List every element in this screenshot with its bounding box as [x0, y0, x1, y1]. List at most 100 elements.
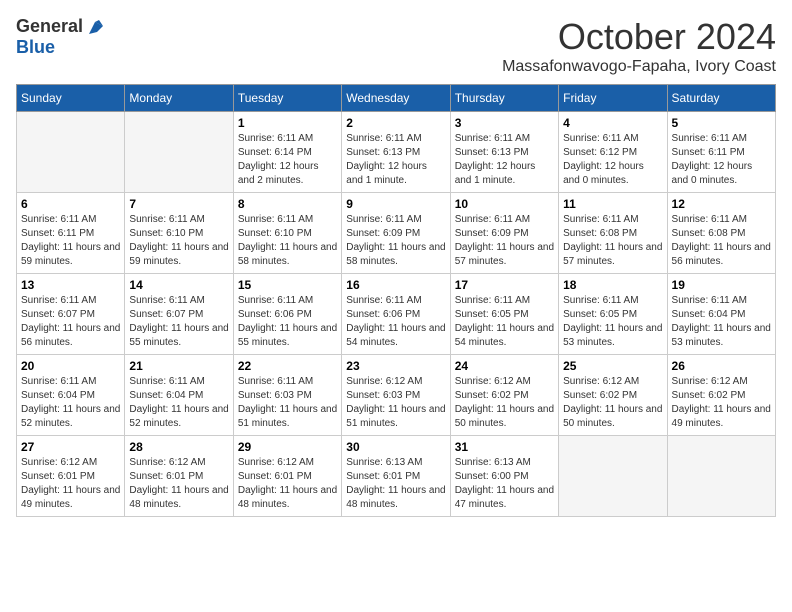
calendar-cell: 29Sunrise: 6:12 AM Sunset: 6:01 PM Dayli…: [233, 436, 341, 517]
day-info: Sunrise: 6:11 AM Sunset: 6:04 PM Dayligh…: [129, 375, 228, 431]
day-number: 4: [563, 116, 662, 130]
day-number: 19: [672, 278, 771, 292]
day-number: 31: [455, 440, 554, 454]
day-number: 17: [455, 278, 554, 292]
day-number: 12: [672, 197, 771, 211]
day-number: 24: [455, 359, 554, 373]
day-info: Sunrise: 6:11 AM Sunset: 6:09 PM Dayligh…: [455, 213, 554, 269]
day-number: 23: [346, 359, 445, 373]
weekday-header: Tuesday: [233, 85, 341, 112]
calendar-cell: 28 Sunrise: 6:12 AM Sunset: 6:01 PM Dayli…: [125, 436, 233, 517]
day-info: Sunrise: 6:11 AM Sunset: 6:14 PM Dayligh…: [238, 132, 337, 188]
calendar-cell: 13 Sunrise: 6:11 AM Sunset: 6:07 PM Dayli…: [17, 274, 125, 355]
calendar-cell: 31 Sunrise: 6:13 AM Sunset: 6:00 PM Dayli…: [450, 436, 558, 517]
logo-blue-text: Blue: [16, 37, 55, 58]
day-info: Sunrise: 6:11 AM Sunset: 6:13 PM Dayligh…: [455, 132, 554, 188]
calendar-cell: 4 Sunrise: 6:11 AM Sunset: 6:12 PM Daylig…: [559, 112, 667, 193]
calendar-cell: 23 Sunrise: 6:12 AM Sunset: 6:03 PM Dayli…: [342, 355, 450, 436]
calendar-cell: 24Sunrise: 6:12 AM Sunset: 6:02 PM Dayli…: [450, 355, 558, 436]
calendar-cell: 8 Sunrise: 6:11 AM Sunset: 6:10 PM Daylig…: [233, 193, 341, 274]
calendar-cell: 2 Sunrise: 6:11 AM Sunset: 6:13 PM Daylig…: [342, 112, 450, 193]
week-row: 6 Sunrise: 6:11 AM Sunset: 6:11 PM Daylig…: [17, 193, 776, 274]
day-number: 15: [238, 278, 337, 292]
day-number: 27: [21, 440, 120, 454]
calendar-cell: 11 Sunrise: 6:11 AM Sunset: 6:08 PM Dayli…: [559, 193, 667, 274]
day-number: 28: [129, 440, 228, 454]
day-number: 21: [129, 359, 228, 373]
logo-bird-icon: [85, 18, 103, 36]
day-info: Sunrise: 6:12 AM Sunset: 6:01 PM Dayligh…: [238, 456, 337, 512]
calendar-cell: 16Sunrise: 6:11 AM Sunset: 6:06 PM Dayli…: [342, 274, 450, 355]
calendar-cell: 19 Sunrise: 6:11 AM Sunset: 6:04 PM Dayli…: [667, 274, 775, 355]
weekday-header: Saturday: [667, 85, 775, 112]
page-header: General Blue October 2024 Massafonwavogo…: [16, 16, 776, 76]
calendar-cell: 6 Sunrise: 6:11 AM Sunset: 6:11 PM Daylig…: [17, 193, 125, 274]
week-row: 27 Sunrise: 6:12 AM Sunset: 6:01 PM Dayli…: [17, 436, 776, 517]
day-number: 6: [21, 197, 120, 211]
day-number: 13: [21, 278, 120, 292]
day-number: 30: [346, 440, 445, 454]
calendar-cell: 15 Sunrise: 6:11 AM Sunset: 6:06 PM Dayli…: [233, 274, 341, 355]
calendar-cell: 17 Sunrise: 6:11 AM Sunset: 6:05 PM Dayli…: [450, 274, 558, 355]
calendar-cell: 30 Sunrise: 6:13 AM Sunset: 6:01 PM Dayli…: [342, 436, 450, 517]
week-row: 13 Sunrise: 6:11 AM Sunset: 6:07 PM Dayli…: [17, 274, 776, 355]
calendar-location: Massafonwavogo-Fapaha, Ivory Coast: [502, 58, 776, 76]
weekday-header: Wednesday: [342, 85, 450, 112]
calendar-cell: [667, 436, 775, 517]
calendar-cell: 27 Sunrise: 6:12 AM Sunset: 6:01 PM Dayli…: [17, 436, 125, 517]
day-info: Sunrise: 6:11 AM Sunset: 6:08 PM Dayligh…: [672, 213, 771, 269]
day-info: Sunrise: 6:11 AM Sunset: 6:07 PM Dayligh…: [129, 294, 228, 350]
calendar-cell: 25Sunrise: 6:12 AM Sunset: 6:02 PM Dayli…: [559, 355, 667, 436]
calendar-cell: 9Sunrise: 6:11 AM Sunset: 6:09 PM Daylig…: [342, 193, 450, 274]
day-number: 2: [346, 116, 445, 130]
day-info: Sunrise: 6:11 AM Sunset: 6:10 PM Dayligh…: [238, 213, 337, 269]
day-number: 20: [21, 359, 120, 373]
day-info: Sunrise: 6:11 AM Sunset: 6:11 PM Dayligh…: [21, 213, 120, 269]
day-info: Sunrise: 6:12 AM Sunset: 6:02 PM Dayligh…: [563, 375, 662, 431]
day-number: 11: [563, 197, 662, 211]
calendar-cell: [559, 436, 667, 517]
day-info: Sunrise: 6:11 AM Sunset: 6:05 PM Dayligh…: [563, 294, 662, 350]
calendar-cell: 20 Sunrise: 6:11 AM Sunset: 6:04 PM Dayli…: [17, 355, 125, 436]
day-info: Sunrise: 6:12 AM Sunset: 6:01 PM Dayligh…: [21, 456, 120, 512]
day-number: 9: [346, 197, 445, 211]
day-info: Sunrise: 6:12 AM Sunset: 6:01 PM Dayligh…: [129, 456, 228, 512]
weekday-header-row: SundayMondayTuesdayWednesdayThursdayFrid…: [17, 85, 776, 112]
week-row: 1Sunrise: 6:11 AM Sunset: 6:14 PM Daylig…: [17, 112, 776, 193]
calendar-table: SundayMondayTuesdayWednesdayThursdayFrid…: [16, 84, 776, 517]
calendar-cell: 22Sunrise: 6:11 AM Sunset: 6:03 PM Dayli…: [233, 355, 341, 436]
day-number: 7: [129, 197, 228, 211]
day-number: 5: [672, 116, 771, 130]
calendar-cell: [125, 112, 233, 193]
day-info: Sunrise: 6:12 AM Sunset: 6:03 PM Dayligh…: [346, 375, 445, 431]
day-info: Sunrise: 6:11 AM Sunset: 6:05 PM Dayligh…: [455, 294, 554, 350]
weekday-header: Monday: [125, 85, 233, 112]
day-info: Sunrise: 6:11 AM Sunset: 6:04 PM Dayligh…: [21, 375, 120, 431]
day-number: 10: [455, 197, 554, 211]
day-number: 26: [672, 359, 771, 373]
day-info: Sunrise: 6:11 AM Sunset: 6:13 PM Dayligh…: [346, 132, 445, 188]
day-info: Sunrise: 6:11 AM Sunset: 6:07 PM Dayligh…: [21, 294, 120, 350]
day-number: 14: [129, 278, 228, 292]
logo-general-text: General: [16, 16, 83, 37]
day-info: Sunrise: 6:11 AM Sunset: 6:12 PM Dayligh…: [563, 132, 662, 188]
day-info: Sunrise: 6:11 AM Sunset: 6:04 PM Dayligh…: [672, 294, 771, 350]
day-number: 8: [238, 197, 337, 211]
day-info: Sunrise: 6:11 AM Sunset: 6:03 PM Dayligh…: [238, 375, 337, 431]
calendar-cell: 10 Sunrise: 6:11 AM Sunset: 6:09 PM Dayli…: [450, 193, 558, 274]
calendar-cell: 5Sunrise: 6:11 AM Sunset: 6:11 PM Daylig…: [667, 112, 775, 193]
week-row: 20 Sunrise: 6:11 AM Sunset: 6:04 PM Dayli…: [17, 355, 776, 436]
calendar-cell: 14 Sunrise: 6:11 AM Sunset: 6:07 PM Dayli…: [125, 274, 233, 355]
weekday-header: Thursday: [450, 85, 558, 112]
calendar-cell: 26 Sunrise: 6:12 AM Sunset: 6:02 PM Dayli…: [667, 355, 775, 436]
day-info: Sunrise: 6:12 AM Sunset: 6:02 PM Dayligh…: [672, 375, 771, 431]
day-info: Sunrise: 6:11 AM Sunset: 6:06 PM Dayligh…: [238, 294, 337, 350]
day-info: Sunrise: 6:11 AM Sunset: 6:06 PM Dayligh…: [346, 294, 445, 350]
day-info: Sunrise: 6:11 AM Sunset: 6:08 PM Dayligh…: [563, 213, 662, 269]
day-number: 18: [563, 278, 662, 292]
calendar-cell: 18 Sunrise: 6:11 AM Sunset: 6:05 PM Dayli…: [559, 274, 667, 355]
day-info: Sunrise: 6:13 AM Sunset: 6:01 PM Dayligh…: [346, 456, 445, 512]
calendar-cell: 3Sunrise: 6:11 AM Sunset: 6:13 PM Daylig…: [450, 112, 558, 193]
calendar-cell: [17, 112, 125, 193]
day-info: Sunrise: 6:13 AM Sunset: 6:00 PM Dayligh…: [455, 456, 554, 512]
